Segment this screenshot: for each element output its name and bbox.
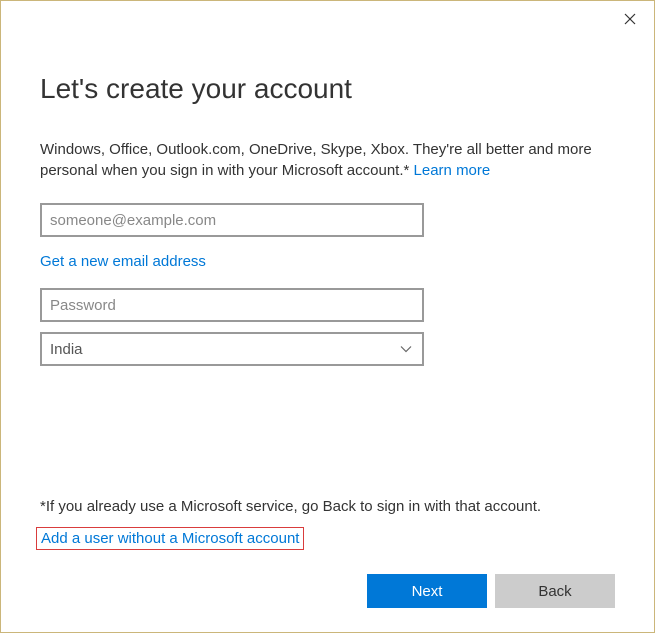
next-button[interactable]: Next [367,574,487,608]
email-input[interactable] [40,203,424,237]
description-text: Windows, Office, Outlook.com, OneDrive, … [40,139,615,181]
close-button[interactable] [620,9,640,29]
description-body: Windows, Office, Outlook.com, OneDrive, … [40,141,592,179]
back-button[interactable]: Back [495,574,615,608]
password-input[interactable] [40,288,424,322]
main-content: Let's create your account Windows, Offic… [1,1,654,366]
add-user-without-account-link[interactable]: Add a user without a Microsoft account [36,527,304,550]
footer-area: *If you already use a Microsoft service,… [40,498,615,608]
footnote-text: *If you already use a Microsoft service,… [40,498,615,515]
new-email-link[interactable]: Get a new email address [40,253,615,270]
close-icon [624,13,636,25]
country-value: India [50,341,83,358]
page-title: Let's create your account [40,73,615,105]
button-row: Next Back [40,574,615,608]
chevron-down-icon [400,341,412,358]
learn-more-link[interactable]: Learn more [414,162,491,179]
country-select[interactable]: India [40,332,424,366]
